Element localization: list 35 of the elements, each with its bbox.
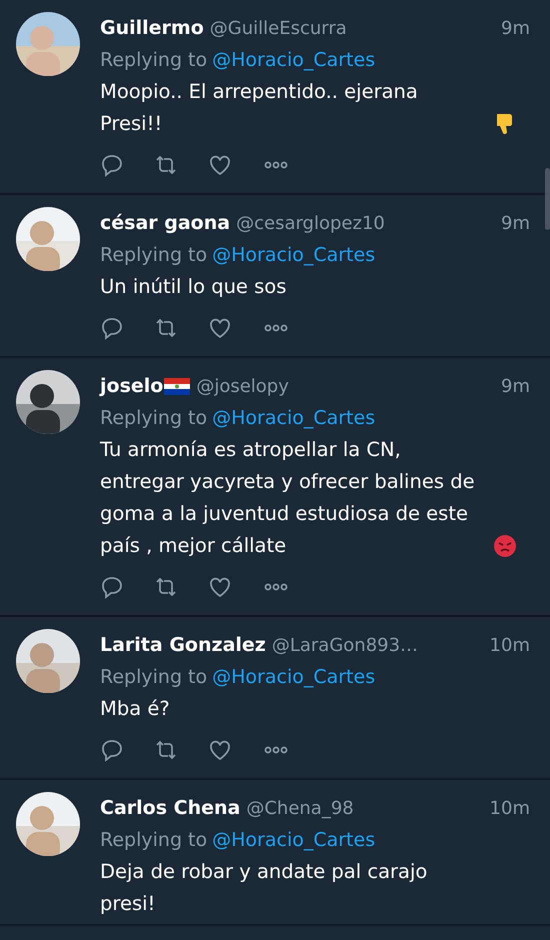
tweet-text: Moopio.. El arrepentido.. ejerana Presi!! [100, 79, 419, 137]
user-name[interactable]: césar gaona [100, 212, 230, 234]
mention-link[interactable]: @Horacio_Cartes [212, 244, 376, 266]
replying-label: Replying to [100, 244, 208, 266]
replying-label: Replying to [100, 407, 208, 429]
tweet-time[interactable]: 9m [501, 212, 530, 234]
tweet-card[interactable]: Carlos Chena @Chena_98 10m Replying to @Horacio_Cartes Deja de robar y andate pal carajo presi! [0, 780, 550, 926]
replying-label: Replying to [100, 49, 208, 71]
tweet-text: Deja de robar y andate pal carajo presi! [100, 859, 428, 917]
mention-link[interactable]: @Horacio_Cartes [212, 407, 376, 429]
tweet-text: Mba é? [100, 696, 170, 722]
replying-label: Replying to [100, 829, 208, 851]
mention-link[interactable]: @Horacio_Cartes [212, 49, 376, 71]
user-name[interactable]: Guillermo [100, 17, 204, 39]
tweet-time[interactable]: 9m [501, 18, 530, 38]
mention-link[interactable]: @Horacio_Cartes [212, 829, 376, 851]
tweet-time[interactable]: 9m [501, 376, 530, 396]
tweet-card[interactable]: Guillermo @GuilleEscurra 9m Replying to @Horacio_Cartes Moopio.. El arrepentido.. ejerana Presi!! [0, 0, 550, 195]
tweet-card[interactable]: Larita Gonzalez @LaraGon893… 10m Replying to @Horacio_Cartes Mba é? [0, 617, 550, 780]
tweet-card[interactable]: césar gaona @cesarglopez10 9m Replying to @Horacio_Cartes Un inútil lo que sos [0, 195, 550, 358]
tweet-time[interactable]: 10m [490, 798, 530, 818]
tweet-time[interactable]: 10m [490, 634, 530, 656]
mention-link[interactable]: @Horacio_Cartes [212, 666, 376, 688]
user-handle[interactable]: @GuilleEscurra [210, 18, 347, 38]
user-name[interactable]: Carlos Chena [100, 797, 240, 819]
user-handle[interactable]: @LaraGon893… [272, 634, 418, 656]
user-handle[interactable]: @Chena_98 [246, 798, 354, 818]
user-name[interactable]: Larita Gonzalez [100, 634, 266, 656]
replying-label: Replying to [100, 666, 208, 688]
user-handle[interactable]: @joselopy [196, 376, 289, 396]
tweet-text: Un inútil lo que sos [100, 274, 286, 300]
tweet-card[interactable]: joselo @joselopy 9m Replying to @Horacio_Cartes Tu armonía es atropellar la CN, entregar yacyreta y ofrecer balines de goma a la juventud estudiosa de este país , mejor cállate [0, 358, 550, 617]
tweet-text: Tu armonía es atropellar la CN, entregar yacyreta y ofrecer balines de goma a la juventud estudiosa de este país , mejor cállate [100, 437, 476, 559]
user-name[interactable]: joselo [100, 375, 164, 397]
user-handle[interactable]: @cesarglopez10 [236, 212, 385, 234]
